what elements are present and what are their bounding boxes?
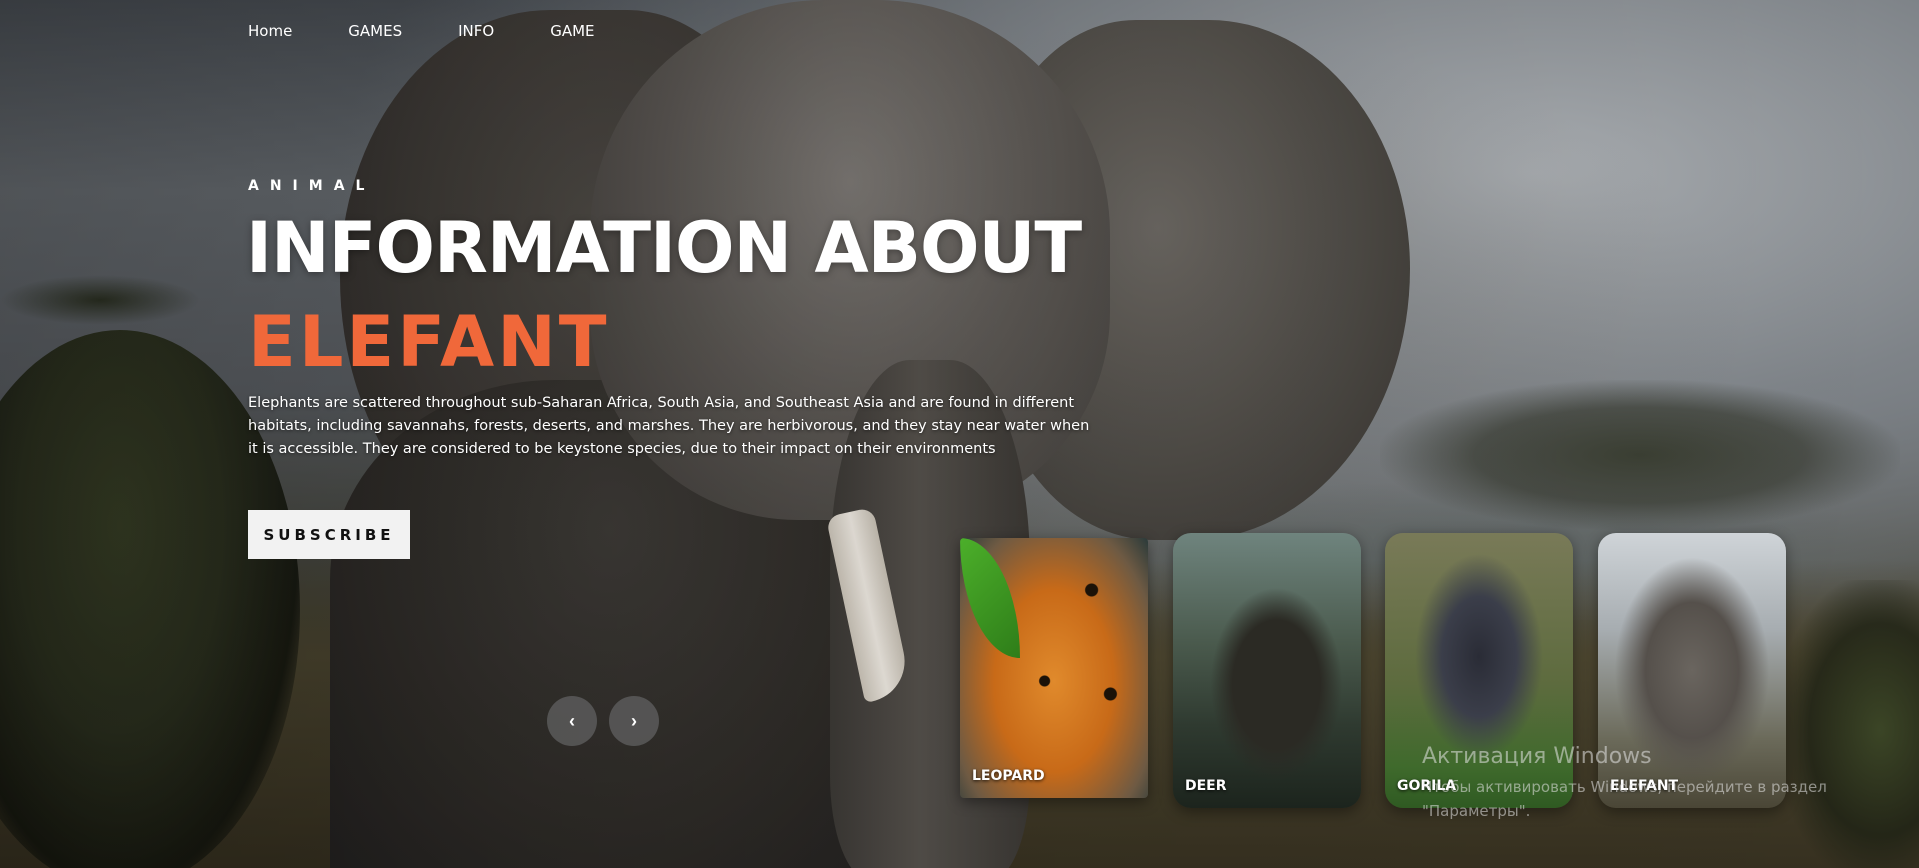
nav-game[interactable]: GAME xyxy=(550,22,594,40)
nav-home[interactable]: Home xyxy=(248,22,292,40)
windows-activation-watermark: Активация Windows Чтобы активировать Win… xyxy=(1422,744,1827,823)
hero-eyebrow: ANIMAL xyxy=(248,178,376,194)
animal-card-deer[interactable]: DEER xyxy=(1173,533,1361,808)
leaf-decoration xyxy=(960,538,1020,658)
watermark-title: Активация Windows xyxy=(1422,744,1652,769)
nav-info[interactable]: INFO xyxy=(458,22,494,40)
nav-games[interactable]: GAMES xyxy=(348,22,402,40)
card-label: LEOPARD xyxy=(972,768,1045,784)
chevron-left-icon: ‹ xyxy=(569,710,575,731)
slider-next-button[interactable]: › xyxy=(609,696,659,746)
hero-description: Elephants are scattered throughout sub-S… xyxy=(248,395,1090,457)
hero-title: INFORMATION ABOUT xyxy=(246,207,1082,289)
watermark-line: Чтобы активировать Windows, перейдите в … xyxy=(1422,778,1827,796)
hero-section: Home GAMES INFO GAME ANIMAL INFORMATION … xyxy=(0,0,1919,868)
subscribe-button[interactable]: SUBSCRIBE xyxy=(248,510,410,559)
chevron-right-icon: › xyxy=(631,710,637,731)
watermark-text: Чтобы активировать Windows, перейдите в … xyxy=(1422,775,1827,823)
watermark-line: "Параметры". xyxy=(1422,802,1531,820)
slider-prev-button[interactable]: ‹ xyxy=(547,696,597,746)
hero-subtitle: ELEFANT xyxy=(248,301,610,383)
main-nav: Home GAMES INFO GAME xyxy=(248,22,651,40)
card-label: DEER xyxy=(1185,778,1227,794)
animal-card-leopard[interactable]: LEOPARD xyxy=(960,538,1148,798)
